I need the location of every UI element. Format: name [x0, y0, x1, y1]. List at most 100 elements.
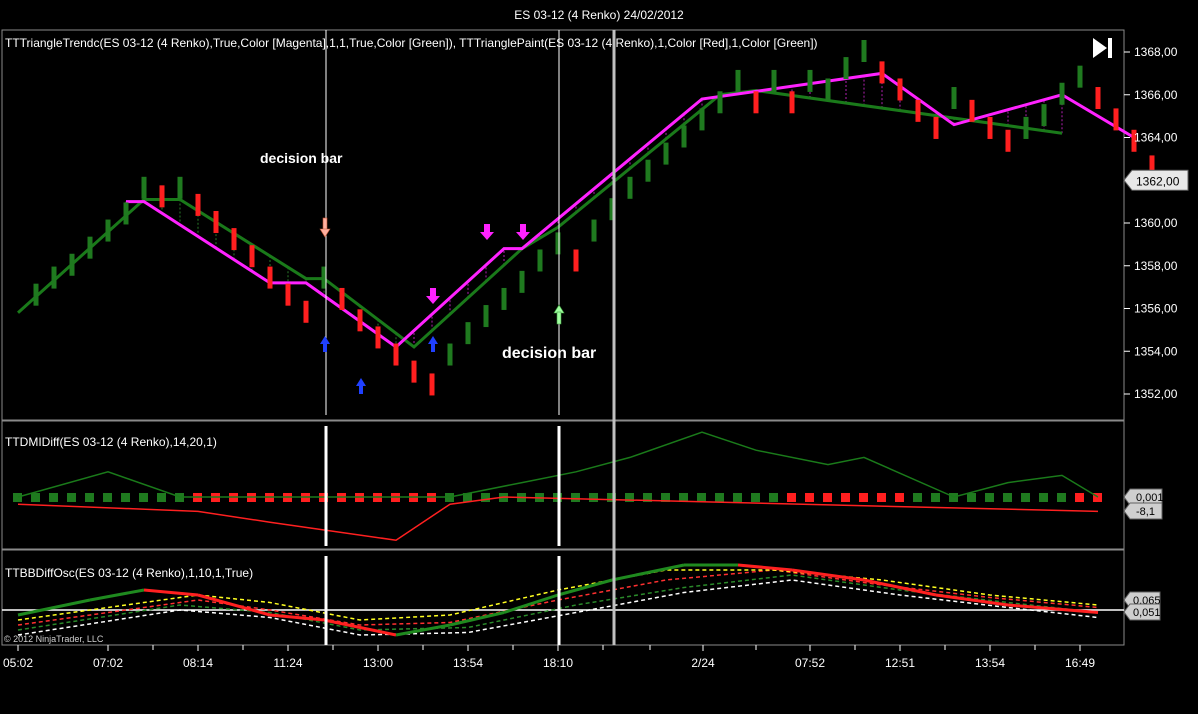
- osc-segment: [611, 563, 685, 582]
- renko-bar: [339, 287, 345, 310]
- renko-bar: [177, 176, 183, 199]
- dmi-signal-dot: [877, 493, 886, 502]
- x-tick-label: 2/24: [691, 656, 715, 670]
- y-tick-label: 1360,00: [1134, 216, 1178, 230]
- x-tick-label: 18:10: [543, 656, 573, 670]
- osc-segment: [89, 588, 145, 602]
- x-tick-label: 07:02: [93, 656, 123, 670]
- magenta-down-arrows: [426, 224, 530, 304]
- dmi-signal-dot: [985, 493, 994, 502]
- price-plot: [16, 40, 1155, 396]
- osc-segment: [449, 611, 505, 627]
- renko-bar: [519, 270, 525, 293]
- dmi-signal-dot: [49, 493, 58, 502]
- renko-bar: [735, 69, 741, 92]
- dmi-value-label-2: -8,1: [1136, 506, 1155, 518]
- dmi-signal-dot: [1075, 493, 1084, 502]
- renko-bar: [411, 360, 417, 383]
- decision-bar-label-2: decision bar: [502, 345, 596, 362]
- renko-bar: [1023, 116, 1029, 139]
- renko-bar: [123, 202, 129, 225]
- dmi-signal-dot: [13, 493, 22, 502]
- dmi-signal-dot: [697, 493, 706, 502]
- copyright-text: © 2012 NinjaTrader, LLC: [4, 634, 104, 644]
- dmi-signal-dot: [895, 493, 904, 502]
- renko-bar: [645, 159, 651, 182]
- renko-bar: [573, 249, 579, 272]
- renko-bar: [663, 142, 669, 165]
- dmi-signal-dot: [31, 493, 40, 502]
- dmi-signal-dot: [121, 493, 130, 502]
- dmi-signal-dot: [67, 493, 76, 502]
- renko-bar: [825, 78, 831, 101]
- renko-bar: [249, 245, 255, 268]
- dmi-panel-label: TTDMIDiff(ES 03-12 (4 Renko),14,20,1): [5, 435, 217, 449]
- renko-bar: [897, 78, 903, 101]
- dmi-signal-dot: [589, 493, 598, 502]
- renko-bar: [447, 343, 453, 366]
- renko-bar: [429, 373, 435, 396]
- chart-canvas[interactable]: 0,00176-8,1 0,06570,0516 1368,001366,001…: [0, 0, 1198, 714]
- dmi-signal-dot: [1021, 493, 1030, 502]
- renko-bar: [717, 91, 723, 114]
- renko-bar: [699, 108, 705, 131]
- osc-panel-label: TTBBDiffOsc(ES 03-12 (4 Renko),1,10,1,Tr…: [5, 566, 253, 580]
- renko-bar: [267, 266, 273, 289]
- osc-segment: [557, 578, 613, 597]
- x-tick-label: 13:54: [975, 656, 1005, 670]
- renko-bar: [393, 343, 399, 366]
- x-tick-label: 13:00: [363, 656, 393, 670]
- renko-bar: [51, 266, 57, 289]
- dmi-signal-dot: [805, 493, 814, 502]
- renko-bar: [789, 91, 795, 114]
- dmi-signal-dot: [481, 493, 490, 502]
- renko-bar: [159, 185, 165, 208]
- play-to-end-icon[interactable]: [1093, 38, 1112, 58]
- trend-line-magenta: [126, 71, 1135, 349]
- renko-bar: [357, 309, 363, 332]
- price-panel-label: TTTriangleTrendc(ES 03-12 (4 Renko),True…: [5, 36, 818, 50]
- dmi-signal-dot: [967, 493, 976, 502]
- dmi-signal-dot: [841, 493, 850, 502]
- y-tick-label: 1352,00: [1134, 387, 1178, 401]
- x-tick-label: 08:14: [183, 656, 213, 670]
- renko-bar: [1005, 129, 1011, 152]
- renko-bar: [1095, 87, 1101, 110]
- osc-segment: [17, 598, 91, 617]
- renko-bar: [555, 232, 561, 255]
- trend-line-green: [16, 88, 1063, 349]
- y-tick-label: 1368,00: [1134, 45, 1178, 59]
- renko-bar: [951, 87, 957, 110]
- renko-bar: [681, 125, 687, 148]
- renko-bar: [807, 69, 813, 92]
- renko-bar: [465, 322, 471, 345]
- dmi-signal-dot: [1057, 493, 1066, 502]
- last-price-label: 1362,00: [1136, 174, 1180, 188]
- renko-bar: [537, 249, 543, 272]
- renko-bar: [933, 116, 939, 139]
- dmi-signal-dot: [751, 493, 760, 502]
- x-tick-label: 13:54: [453, 656, 483, 670]
- renko-bar: [843, 57, 849, 80]
- decision-bar-label-1: decision bar: [260, 150, 343, 166]
- dmi-signal-dot: [733, 493, 742, 502]
- dmi-signal-dot: [1039, 493, 1048, 502]
- up-arrow-icon: [553, 304, 565, 325]
- dmi-signal-dot: [139, 493, 148, 502]
- dmi-signal-dot: [85, 493, 94, 502]
- osc-segment: [791, 568, 865, 582]
- renko-bar: [69, 253, 75, 276]
- renko-bar: [303, 300, 309, 323]
- renko-bar: [375, 326, 381, 349]
- renko-bar: [969, 99, 975, 122]
- renko-bar: [231, 228, 237, 251]
- y-tick-label: 1366,00: [1134, 88, 1178, 102]
- y-tick-label: 1358,00: [1134, 259, 1178, 273]
- dmi-signal-dot: [859, 493, 868, 502]
- x-tick-label: 07:52: [795, 656, 825, 670]
- renko-bar: [1059, 82, 1065, 105]
- osc-segment: [323, 618, 397, 637]
- dmi-signal-dot: [157, 493, 166, 502]
- dmi-signal-dot: [103, 493, 112, 502]
- renko-bar: [771, 69, 777, 92]
